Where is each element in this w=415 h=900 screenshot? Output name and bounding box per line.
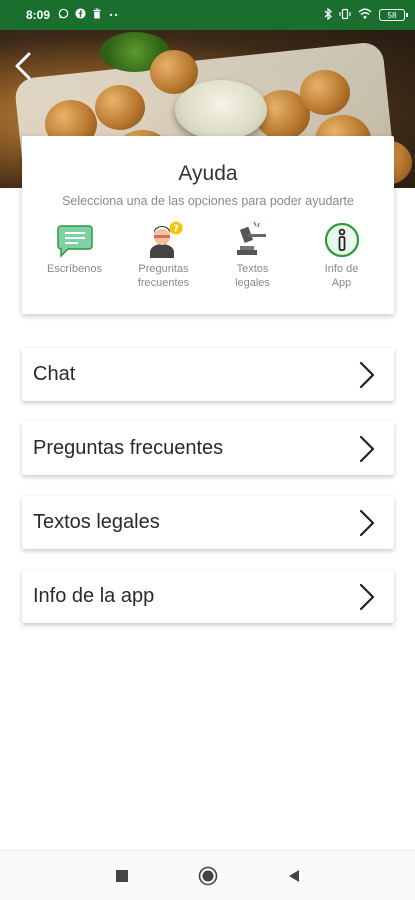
menu-item-info-de-la-app[interactable]: Info de la app: [22, 570, 394, 623]
menu-item-label: Info de la app: [33, 585, 155, 607]
option-label: legales: [235, 277, 270, 289]
option-label: App: [331, 277, 352, 289]
battery-icon: 58: [379, 9, 408, 21]
option-label: frecuentes: [137, 277, 190, 289]
trash-icon: [92, 8, 102, 22]
hero-sauce-bowl: [175, 80, 267, 140]
menu-item-chat[interactable]: Chat: [22, 348, 394, 401]
recent-apps-icon: [115, 869, 128, 882]
menu-item-textos-legales[interactable]: Textos legales: [22, 496, 394, 549]
home-icon: [198, 866, 217, 885]
notification-icons: [58, 8, 120, 22]
help-options: Escríbenos ? Preguntas frecuentes Textos…: [22, 220, 394, 290]
option-label: Info de: [324, 263, 359, 275]
svg-text:?: ?: [173, 224, 179, 235]
chevron-right-icon: [358, 361, 378, 389]
option-label: Preguntas: [138, 263, 189, 275]
person-question-icon: ?: [149, 221, 182, 258]
whatsapp-icon: [58, 8, 69, 22]
option-label: Escríbenos: [46, 263, 103, 275]
chevron-right-icon: [358, 509, 378, 537]
status-time: 8:09: [26, 8, 51, 22]
hero-bite: [300, 70, 350, 115]
menu-item-label: Textos legales: [33, 511, 160, 533]
option-textos-legales[interactable]: Textos legales: [214, 220, 292, 290]
chevron-right-icon: [358, 435, 378, 463]
help-card: Ayuda Selecciona una de las opciones par…: [22, 136, 394, 314]
option-label: Textos: [236, 263, 269, 275]
chevron-left-icon: [15, 52, 31, 80]
gavel-icon: [236, 221, 266, 255]
help-subtitle: Selecciona una de las opciones para pode…: [62, 194, 354, 208]
system-nav-bar: [0, 850, 415, 900]
vibrate-icon: [339, 8, 351, 23]
hero-bite: [95, 85, 145, 130]
more-dots-icon: [108, 10, 120, 21]
back-triangle-icon: [288, 869, 299, 882]
menu-item-label: Preguntas frecuentes: [33, 437, 224, 459]
status-bar: 8:09 58: [0, 0, 415, 30]
option-preguntas-frecuentes[interactable]: ? Preguntas frecuentes: [125, 220, 203, 290]
option-escribenos[interactable]: Escríbenos: [36, 220, 114, 290]
menu-item-label: Chat: [33, 363, 76, 385]
system-icons: 58: [324, 7, 408, 23]
info-icon: [324, 222, 359, 258]
help-menu: Chat Preguntas frecuentes Textos legales…: [22, 348, 394, 644]
home-button[interactable]: [196, 864, 220, 888]
facebook-icon: [75, 8, 86, 22]
battery-level: 58: [387, 10, 397, 20]
option-info-de-app[interactable]: Info de App: [303, 220, 381, 290]
recent-apps-button[interactable]: [110, 864, 134, 888]
back-button[interactable]: [10, 48, 36, 84]
bluetooth-icon: [324, 7, 332, 23]
menu-item-preguntas-frecuentes[interactable]: Preguntas frecuentes: [22, 422, 394, 475]
system-back-button[interactable]: [282, 864, 306, 888]
chat-bubble-icon: [56, 225, 93, 258]
wifi-icon: [358, 8, 372, 22]
chevron-right-icon: [358, 583, 378, 611]
help-title: Ayuda: [178, 162, 238, 185]
